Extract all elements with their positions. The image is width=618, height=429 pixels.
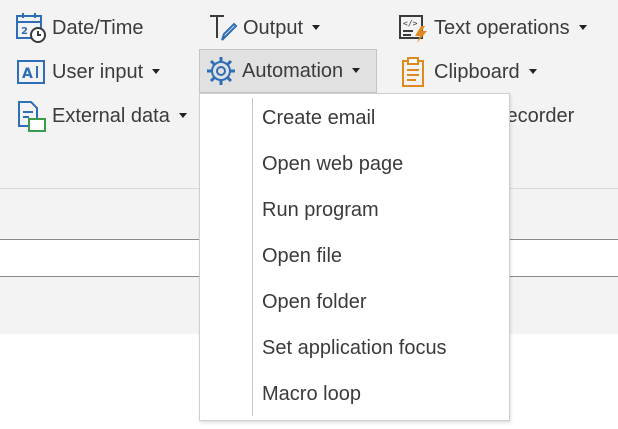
chevron-down-icon [152, 68, 161, 74]
automation-label: Automation [242, 59, 344, 82]
calendar-clock-icon: 2 [14, 11, 48, 45]
clipboard-button[interactable]: Clipboard [396, 52, 543, 92]
menu-item-label: Macro loop [262, 382, 361, 405]
menu-item-label: Run program [262, 198, 379, 221]
svg-text:</>: </> [403, 19, 418, 28]
menu-item-label: Open web page [262, 152, 404, 175]
document-folder-icon [14, 99, 48, 133]
menu-item-open-folder[interactable]: Open folder [202, 281, 507, 323]
text-operations-label: Text operations [434, 16, 570, 39]
datetime-button[interactable]: 2 Date/Time [14, 8, 150, 48]
clipboard-icon [396, 55, 430, 89]
text-pen-icon [205, 11, 239, 45]
menu-item-label: Open folder [262, 290, 367, 313]
clipboard-label: Clipboard [434, 60, 520, 83]
menu-item-set-application-focus[interactable]: Set application focus [202, 327, 507, 369]
automation-button[interactable]: Automation [199, 49, 377, 93]
gear-icon [204, 54, 238, 88]
user-input-button[interactable]: A User input [14, 52, 166, 92]
chevron-down-icon [178, 112, 187, 118]
chevron-down-icon [352, 67, 361, 73]
user-input-label: User input [52, 60, 144, 83]
menu-item-create-email[interactable]: Create email [202, 97, 507, 139]
text-operations-button[interactable]: </> Text operations [396, 8, 593, 48]
external-data-button[interactable]: External data [14, 96, 193, 136]
menu-item-open-web-page[interactable]: Open web page [202, 143, 507, 185]
automation-dropdown-menu: Create email Open web page Run program O… [199, 93, 510, 421]
menu-item-label: Create email [262, 106, 376, 129]
output-button[interactable]: Output [205, 8, 326, 48]
menu-item-run-program[interactable]: Run program [202, 189, 507, 231]
code-lightning-icon: </> [396, 11, 430, 45]
chevron-down-icon [578, 24, 587, 30]
menu-item-label: Set application focus [262, 336, 447, 359]
svg-text:2: 2 [21, 26, 28, 37]
chevron-down-icon [528, 68, 537, 74]
chevron-down-icon [312, 24, 321, 30]
menu-item-macro-loop[interactable]: Macro loop [202, 373, 507, 415]
menu-item-open-file[interactable]: Open file [202, 235, 507, 277]
external-data-label: External data [52, 104, 170, 127]
svg-text:A: A [22, 66, 33, 82]
datetime-label: Date/Time [52, 16, 144, 39]
menu-item-label: Open file [262, 244, 343, 267]
output-label: Output [243, 16, 304, 39]
input-box-icon: A [14, 55, 48, 89]
